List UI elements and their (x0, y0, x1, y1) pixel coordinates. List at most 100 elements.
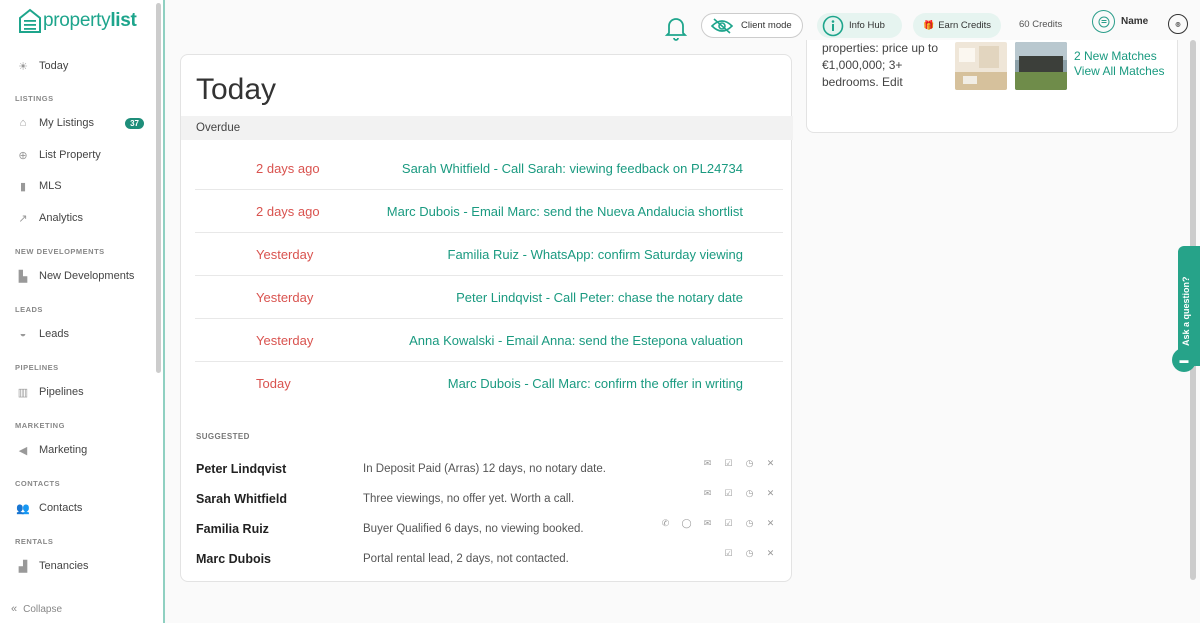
task-row[interactable]: Yesterday Peter Lindqvist - Call Peter: … (195, 276, 783, 319)
email-icon[interactable]: ✉ (702, 488, 713, 499)
task-row[interactable]: Yesterday Familia Ruiz - WhatsApp: confi… (195, 233, 783, 276)
eye-off-icon (710, 17, 734, 34)
saved-search-card: properties: price up to €1,000,000; 3+ b… (806, 40, 1178, 133)
sidebar-item-label: List Property (39, 149, 101, 161)
plus-circle-icon: ⊕ (18, 149, 28, 162)
task-description-link[interactable]: Marc Dubois - Email Marc: send the Nueva… (387, 204, 743, 219)
email-icon[interactable]: ✉ (702, 458, 713, 469)
new-matches-link[interactable]: 2 New Matches (1074, 49, 1165, 64)
suggested-actions: ✉ ☑ ◷ ✕ (702, 488, 776, 499)
section-new-developments: NEW DEVELOPMENTS (15, 247, 105, 256)
saved-search-criteria: properties: price up to €1,000,000; 3+ b… (822, 41, 939, 89)
sidebar-item-marketing[interactable]: ◀ Marketing (16, 441, 144, 459)
sun-icon: ☀ (18, 60, 28, 73)
sidebar-item-label: My Listings (39, 117, 95, 129)
suggested-row: Peter Lindqvist In Deposit Paid (Arras) … (196, 458, 776, 479)
overdue-header: Overdue (181, 116, 793, 140)
trend-icon: ↗ (18, 212, 28, 225)
people-icon: 👥 (16, 502, 30, 515)
suggested-note: Portal rental lead, 2 days, not contacte… (363, 553, 569, 565)
task-row[interactable]: Today Marc Dubois - Call Marc: confirm t… (195, 362, 783, 405)
task-description-link[interactable]: Marc Dubois - Call Marc: confirm the off… (448, 376, 743, 391)
suggested-name[interactable]: Familia Ruiz (196, 522, 269, 536)
task-row[interactable]: 2 days ago Sarah Whitfield - Call Sarah:… (195, 147, 783, 190)
sidebar-item-my-listings[interactable]: ⌂ My Listings 37 (16, 114, 144, 132)
task-description-link[interactable]: Familia Ruiz - WhatsApp: confirm Saturda… (448, 247, 744, 262)
sidebar-item-label: Today (39, 60, 69, 72)
kanban-icon: ▥ (17, 386, 29, 399)
earn-credits-button[interactable]: 🎁 Earn Credits (913, 13, 1001, 38)
task-when: Yesterday (256, 332, 314, 348)
task-description-link[interactable]: Sarah Whitfield - Call Sarah: viewing fe… (402, 161, 743, 176)
task-check-icon[interactable]: ☑ (723, 458, 734, 469)
sidebar-scrollbar[interactable] (156, 3, 161, 373)
sidebar-item-tenancies[interactable]: ▟ Tenancies (16, 557, 144, 575)
view-all-matches-link[interactable]: View All Matches (1074, 64, 1165, 79)
megaphone-icon: ◀ (18, 444, 28, 457)
sidebar-item-leads[interactable]: ◒ Leads (16, 325, 144, 343)
phone-icon[interactable]: ✆ (660, 518, 671, 529)
suggested-note: In Deposit Paid (Arras) 12 days, no nota… (363, 463, 606, 475)
task-row[interactable]: 2 days ago Marc Dubois - Email Marc: sen… (195, 190, 783, 233)
sidebar-item-today[interactable]: ☀ Today (16, 57, 144, 75)
property-thumbnail[interactable] (955, 42, 1007, 90)
avatar[interactable] (1092, 10, 1115, 33)
user-name[interactable]: Name (1121, 16, 1148, 27)
sidebar-item-analytics[interactable]: ↗ Analytics (16, 209, 144, 227)
sidebar-item-new-developments[interactable]: ▙ New Developments (16, 267, 144, 285)
suggested-row: Marc Dubois Portal rental lead, 2 days, … (196, 548, 776, 569)
task-when: Yesterday (256, 246, 314, 262)
snooze-clock-icon[interactable]: ◷ (744, 488, 755, 499)
task-description-link[interactable]: Anna Kowalski - Email Anna: send the Est… (409, 333, 743, 348)
task-check-icon[interactable]: ☑ (723, 518, 734, 529)
section-marketing: MARKETING (15, 421, 65, 430)
sidebar-item-pipelines[interactable]: ▥ Pipelines (16, 383, 144, 401)
sidebar-item-label: New Developments (39, 270, 135, 282)
page-title: Today (196, 73, 277, 106)
section-rentals: RENTALS (15, 537, 54, 546)
suggested-name[interactable]: Sarah Whitfield (196, 492, 287, 506)
suggested-row: Sarah Whitfield Three viewings, no offer… (196, 488, 776, 509)
dismiss-icon[interactable]: ✕ (765, 458, 776, 469)
dismiss-icon[interactable]: ✕ (765, 518, 776, 529)
collapse-button[interactable]: « Collapse (11, 603, 62, 615)
task-check-icon[interactable]: ☑ (723, 548, 734, 559)
sidebar-item-mls[interactable]: ▮ MLS (16, 177, 144, 195)
info-icon (822, 15, 844, 36)
client-mode-toggle[interactable]: Client mode (701, 13, 803, 38)
sidebar-item-label: Contacts (39, 502, 83, 514)
logo-text-light: property (43, 10, 111, 31)
dismiss-icon[interactable]: ✕ (765, 548, 776, 559)
suggested-note: Three viewings, no offer yet. Worth a ca… (363, 493, 575, 505)
suggested-name[interactable]: Marc Dubois (196, 552, 271, 566)
notifications-bell-icon[interactable] (664, 14, 688, 42)
snooze-clock-icon[interactable]: ◷ (744, 458, 755, 469)
whatsapp-icon[interactable]: ◯ (681, 518, 692, 529)
email-icon[interactable]: ✉ (702, 518, 713, 529)
agency-logo-icon[interactable]: ◎ (1168, 14, 1188, 34)
task-when: Today (256, 376, 291, 391)
snooze-clock-icon[interactable]: ◷ (744, 518, 755, 529)
double-chevron-left-icon: « (11, 603, 18, 615)
edit-link[interactable]: Edit (882, 75, 903, 89)
task-when: 2 days ago (256, 160, 320, 176)
sidebar-item-list-property[interactable]: ⊕ List Property (16, 146, 144, 164)
today-card: Today Overdue 2 days ago Sarah Whitfield… (180, 54, 793, 582)
snooze-clock-icon[interactable]: ◷ (744, 548, 755, 559)
suggested-name[interactable]: Peter Lindqvist (196, 462, 286, 476)
section-leads: LEADS (15, 305, 43, 314)
user-card-icon (1098, 16, 1109, 27)
property-thumbnail[interactable] (1015, 42, 1067, 90)
logo[interactable]: propertylist (18, 8, 137, 34)
ask-question-label: Ask a question? (1181, 276, 1191, 346)
sidebar-item-contacts[interactable]: 👥 Contacts (16, 499, 144, 517)
task-row[interactable]: Yesterday Anna Kowalski - Email Anna: se… (195, 319, 783, 362)
chat-bubble-icon[interactable]: ▬ (1172, 348, 1196, 372)
task-description-link[interactable]: Peter Lindqvist - Call Peter: chase the … (456, 290, 743, 305)
info-hub-button[interactable]: Info Hub (817, 13, 902, 38)
key-icon: ▟ (18, 560, 28, 573)
suggested-actions: ✉ ☑ ◷ ✕ (702, 458, 776, 469)
section-pipelines: PIPELINES (15, 363, 59, 372)
dismiss-icon[interactable]: ✕ (765, 488, 776, 499)
task-check-icon[interactable]: ☑ (723, 488, 734, 499)
